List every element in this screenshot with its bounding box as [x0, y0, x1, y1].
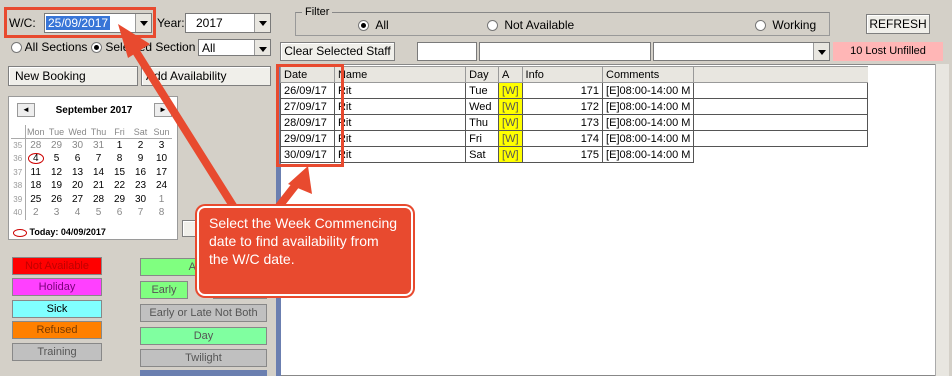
arrow-to-wc-icon [118, 24, 251, 232]
annotation-callout: Select the Week Commencing date to find … [197, 206, 413, 296]
annotation-arrows [118, 24, 312, 232]
